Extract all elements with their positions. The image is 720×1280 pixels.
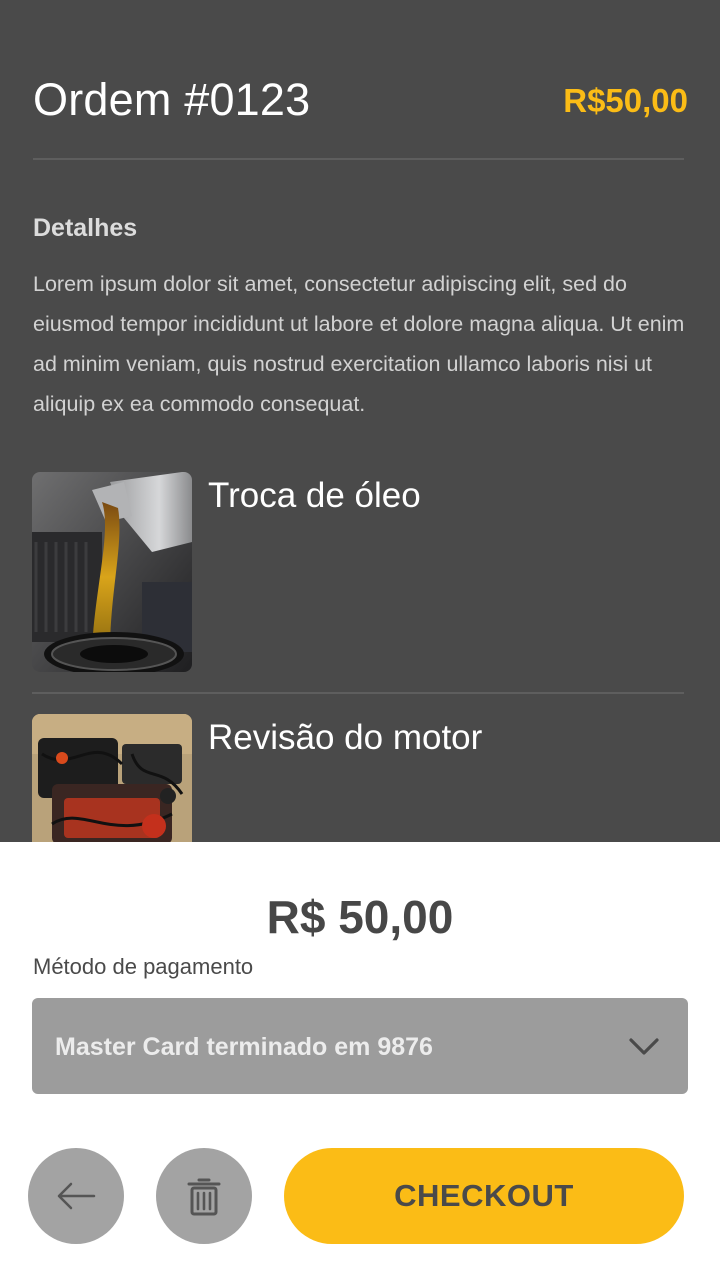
order-price: R$50,00 — [563, 82, 688, 119]
details-text: Lorem ipsum dolor sit amet, consectetur … — [33, 272, 685, 416]
back-button[interactable] — [28, 1148, 124, 1244]
service-name: Troca de óleo — [208, 476, 421, 515]
service-item-oil-change[interactable]: Troca de óleo — [32, 472, 684, 694]
delete-button[interactable] — [156, 1148, 252, 1244]
payment-method-label: Método de pagamento — [33, 954, 254, 979]
checkout-button[interactable]: CHECKOUT — [284, 1148, 684, 1244]
service-item-engine-review[interactable]: Revisão do motor — [32, 714, 684, 842]
arrow-left-icon — [57, 1182, 96, 1210]
order-title: Ordem #0123 — [33, 74, 311, 125]
trash-icon — [187, 1178, 221, 1216]
payment-sheet: R$ 50,00 Método de pagamento Master Card… — [0, 842, 720, 1280]
service-name: Revisão do motor — [208, 718, 483, 757]
engine-review-image — [32, 714, 192, 842]
payment-method-value: Master Card terminado em 9876 — [55, 1033, 433, 1061]
order-header: Ordem #0123 R$50,00 — [33, 70, 688, 160]
order-details-panel: Ordem #0123 R$50,00 Detalhes Lorem ipsum… — [0, 0, 720, 842]
details-heading: Detalhes — [33, 214, 138, 242]
payment-method-select[interactable]: Master Card terminado em 9876 — [32, 998, 688, 1094]
oil-change-image — [32, 472, 192, 672]
payment-total: R$ 50,00 — [266, 891, 454, 943]
chevron-down-icon — [629, 1038, 659, 1055]
